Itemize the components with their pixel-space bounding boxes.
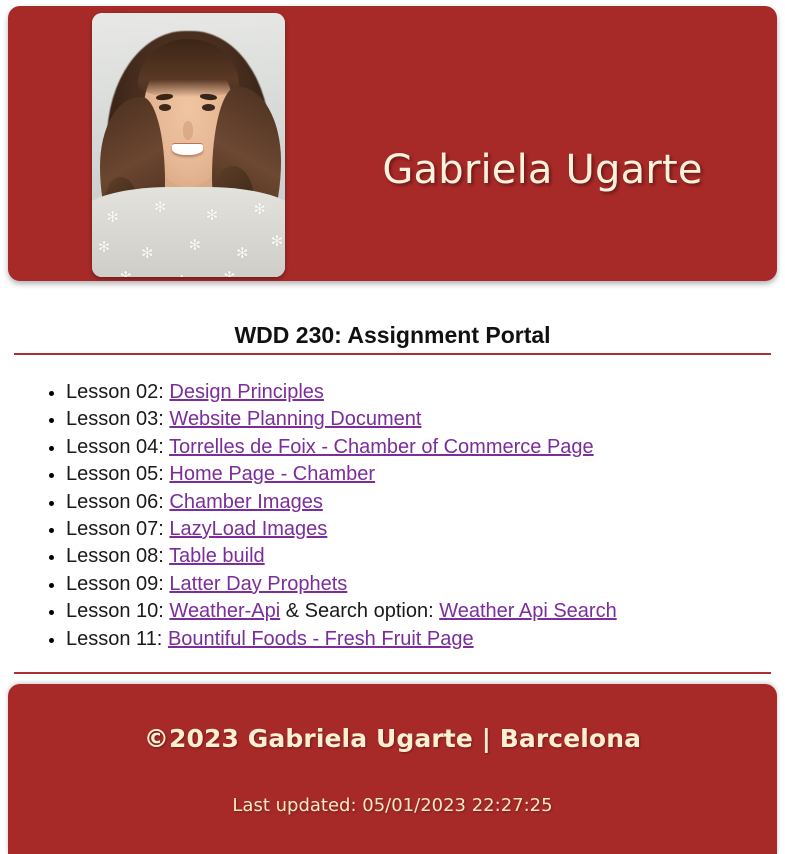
photo-sweater-star: ✻ [176,274,189,277]
assignment-link[interactable]: Home Page - Chamber [169,463,375,485]
photo-sweater-star: ✻ [188,236,202,254]
lesson-label: Lesson 10: [66,600,170,623]
lesson-label: Lesson 05: [66,463,170,486]
photo-sweater-star: ✻ [119,270,132,277]
photo-sweater-star: ✻ [270,232,284,250]
page-title: WDD 230: Assignment Portal [234,322,551,349]
site-owner-name: Gabriela Ugarte [382,147,703,194]
lesson-label: Lesson 09: [66,572,170,595]
assignment-link[interactable]: Bountiful Foods - Fresh Fruit Page [168,628,474,650]
photo-sweater-star: ✻ [205,207,219,225]
assignment-link[interactable]: Table build [169,545,265,567]
list-item: Lesson 10: Weather-Api & Search option: … [66,598,785,625]
assignment-link[interactable]: Torrelles de Foix - Chamber of Commerce … [169,436,594,458]
assignment-link[interactable]: Chamber Images [169,491,322,513]
lesson-label: Lesson 06: [66,490,170,513]
assignment-link[interactable]: Weather-Api [169,600,280,622]
list-item: Lesson 11: Bountiful Foods - Fresh Fruit… [66,626,785,653]
photo-sweater-star: ✻ [236,245,249,263]
page-root: ✻ ✻ ✻ ✻ ✻ ✻ ✻ ✻ ✻ ✻ ✻ ✻ Gabriela Ugarte … [0,0,785,854]
lesson-label: Lesson 03: [66,408,170,431]
assignment-link[interactable]: Website Planning Document [169,408,421,430]
photo-sweater: ✻ ✻ ✻ ✻ ✻ ✻ ✻ ✻ ✻ ✻ ✻ ✻ [92,187,285,277]
photo-eye-right [202,103,215,111]
lesson-label: Lesson 04: [66,435,170,458]
lesson-label: Lesson 02: [66,381,170,403]
lesson-label: Lesson 08: [66,545,170,568]
assignment-link[interactable]: Design Principles [169,381,324,403]
list-item: Lesson 09: Latter Day Prophets [66,571,785,598]
list-item: Lesson 08: Table build [66,543,785,570]
photo-eye-left [158,103,172,111]
profile-photo: ✻ ✻ ✻ ✻ ✻ ✻ ✻ ✻ ✻ ✻ ✻ ✻ [92,13,285,277]
footer-last-updated: Last updated: 05/01/2023 22:27:25 [232,795,553,816]
list-item: Lesson 06: Chamber Images [66,489,785,516]
divider-bottom [14,672,771,674]
assignment-link[interactable]: Latter Day Prophets [169,573,347,595]
site-header: ✻ ✻ ✻ ✻ ✻ ✻ ✻ ✻ ✻ ✻ ✻ ✻ Gabriela Ugarte [8,6,777,281]
list-item: Lesson 05: Home Page - Chamber [66,461,785,488]
photo-sweater-star: ✻ [106,209,119,227]
lesson-label: Lesson 07: [66,518,170,541]
portrait-photo-image: ✻ ✻ ✻ ✻ ✻ ✻ ✻ ✻ ✻ ✻ ✻ ✻ [92,13,285,277]
photo-nose [182,121,194,140]
photo-sweater-star: ✻ [253,201,266,219]
photo-sweater-star: ✻ [223,270,236,277]
list-item: Lesson 07: LazyLoad Images [66,516,785,543]
site-footer: ©2023 Gabriela Ugarte | Barcelona Last u… [8,684,777,854]
footer-copyright: ©2023 Gabriela Ugarte | Barcelona [143,724,642,753]
assignment-link[interactable]: Weather Api Search [439,600,617,622]
list-item: Lesson 04: Torrelles de Foix - Chamber o… [66,434,785,461]
assignment-link[interactable]: LazyLoad Images [169,518,327,540]
assignment-list: Lesson 02: Design PrinciplesLesson 03: W… [40,379,785,653]
photo-sweater-star: ✻ [153,198,167,216]
photo-sweater-star: ✻ [140,245,154,263]
lesson-label: Lesson 11: [66,627,168,650]
lesson-separator-text: & Search option: [280,600,440,623]
photo-sweater-star: ✻ [97,239,111,257]
list-item: Lesson 03: Website Planning Document [66,406,785,433]
divider-top [14,353,771,355]
list-item: Lesson 02: Design Principles [66,379,785,406]
